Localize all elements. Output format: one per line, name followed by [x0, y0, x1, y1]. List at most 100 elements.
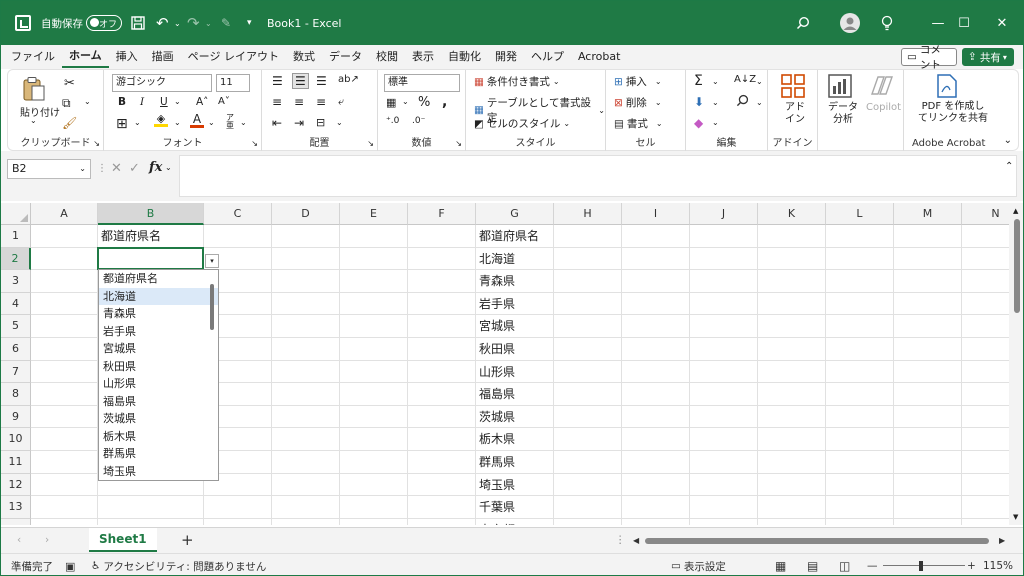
paste-dropdown-icon[interactable]: ⌄ — [30, 116, 37, 125]
font-name-select[interactable]: 游ゴシック — [112, 74, 212, 92]
row-header-2[interactable]: 2 — [1, 247, 31, 271]
normal-view-icon[interactable]: ▦ — [775, 554, 786, 575]
tab-view[interactable]: 表示 — [405, 45, 441, 69]
align-bottom-icon[interactable]: ☰ — [316, 74, 327, 88]
wrap-text-icon[interactable]: ⤶ — [338, 95, 344, 109]
zoom-level[interactable]: 115% — [983, 554, 1013, 575]
horizontal-scroll-thumb[interactable] — [645, 538, 989, 544]
delete-cells-button[interactable]: ⊠ 削除 ⌄ — [614, 95, 662, 110]
dropdown-scroll-thumb[interactable] — [210, 284, 214, 331]
conditional-formatting-button[interactable]: ▦ 条件付き書式 ⌄ — [474, 74, 560, 89]
dropdown-option[interactable]: 山形県 — [99, 375, 218, 393]
number-format-select[interactable]: 標準 — [384, 74, 460, 92]
zoom-slider-knob[interactable] — [919, 561, 923, 571]
cell-g1[interactable]: 都道府県名 — [476, 225, 554, 248]
tab-formulas[interactable]: 数式 — [286, 45, 322, 69]
prev-sheet-icon[interactable]: ‹ — [17, 528, 21, 552]
active-cell-b2[interactable] — [97, 246, 204, 271]
row-header-9[interactable]: 9 — [1, 405, 31, 429]
page-break-view-icon[interactable]: ◫ — [839, 554, 850, 575]
cut-icon[interactable]: ✂ — [64, 76, 75, 91]
align-right-icon[interactable]: ≡ — [316, 95, 326, 109]
row-header-12[interactable]: 12 — [1, 473, 31, 497]
col-header-j[interactable]: J — [690, 203, 758, 225]
select-all-corner[interactable] — [1, 203, 31, 225]
col-header-f[interactable]: F — [408, 203, 476, 225]
cell-g14[interactable]: 東京都 — [476, 519, 554, 525]
align-center-icon[interactable]: ≡ — [294, 95, 304, 109]
dropdown-option[interactable]: 宮城県 — [99, 340, 218, 358]
alignment-launcher-icon[interactable]: ↘ — [367, 139, 374, 148]
percent-icon[interactable]: % — [418, 95, 430, 110]
merge-icon[interactable]: ⊟ — [316, 116, 325, 129]
customize-qat-icon[interactable]: ▾ — [247, 1, 252, 45]
align-left-icon[interactable]: ≡ — [272, 95, 282, 109]
cell-g4[interactable]: 岩手県 — [476, 293, 554, 316]
col-header-i[interactable]: I — [622, 203, 690, 225]
tab-help[interactable]: ヘルプ — [524, 45, 571, 69]
undo-icon[interactable]: ↶ — [156, 1, 169, 45]
underline-button[interactable]: U — [160, 96, 168, 108]
fill-color-icon[interactable]: ◈ — [154, 113, 168, 127]
align-middle-icon[interactable]: ☰ — [292, 73, 309, 89]
formula-more-icon[interactable]: ⋮ — [97, 163, 107, 174]
row-header-11[interactable]: 11 — [1, 451, 31, 474]
tab-home[interactable]: ホーム — [62, 46, 109, 68]
underline-dropdown-icon[interactable]: ⌄ — [174, 97, 181, 106]
col-header-k[interactable]: K — [758, 203, 826, 225]
zoom-slider[interactable] — [883, 565, 965, 566]
fill-dropdown-icon[interactable]: ⌄ — [712, 98, 719, 107]
cell-styles-button[interactable]: ◩ セルのスタイル ⌄ — [474, 116, 570, 131]
data-analysis-icon[interactable] — [828, 74, 852, 98]
worksheet-grid[interactable]: ABCDEFGHIJKLMN1234567891011121314都道府県名都道… — [1, 203, 1009, 525]
cell-g7[interactable]: 山形県 — [476, 361, 554, 384]
font-color-dropdown-icon[interactable]: ⌄ — [208, 118, 215, 127]
macro-record-icon[interactable]: ▣ — [65, 554, 75, 575]
cell-g6[interactable]: 秋田県 — [476, 338, 554, 361]
dropdown-option[interactable]: 青森県 — [99, 305, 218, 323]
paste-button[interactable]: 貼り付け — [20, 104, 60, 119]
insert-cells-button[interactable]: ⊞ 挿入 ⌄ — [614, 74, 662, 89]
formula-input[interactable] — [179, 155, 1017, 197]
phonetic-dropdown-icon[interactable]: ⌄ — [240, 118, 247, 127]
add-sheet-button[interactable]: + — [181, 528, 194, 552]
cell-g9[interactable]: 茨城県 — [476, 406, 554, 429]
dropdown-option[interactable]: 岩手県 — [99, 323, 218, 341]
sheet-tab-sheet1[interactable]: Sheet1 — [89, 528, 157, 552]
paste-icon[interactable] — [22, 76, 46, 102]
col-header-c[interactable]: C — [204, 203, 272, 225]
decrease-indent-icon[interactable]: ⇤ — [272, 116, 282, 130]
sort-dropdown-icon[interactable]: ⌄ — [756, 77, 763, 86]
dropdown-option[interactable]: 埼玉県 — [99, 463, 218, 481]
col-header-m[interactable]: M — [894, 203, 962, 225]
close-button[interactable]: ✕ — [979, 1, 1023, 45]
cell-g10[interactable]: 栃木県 — [476, 428, 554, 451]
vertical-scroll-thumb[interactable] — [1014, 219, 1020, 313]
copilot-icon[interactable] — [868, 74, 894, 98]
accounting-format-icon[interactable]: ▦ — [386, 96, 396, 109]
insert-function-icon[interactable]: fx — [149, 160, 162, 175]
autosum-icon[interactable]: Σ — [694, 73, 703, 89]
scroll-up-icon[interactable]: ▲ — [1013, 207, 1018, 215]
pdf-share-icon[interactable] — [936, 74, 958, 98]
hscroll-left-icon[interactable]: ◀ — [633, 528, 639, 552]
collapse-ribbon-icon[interactable]: ⌄ — [1004, 135, 1012, 146]
row-header-3[interactable]: 3 — [1, 270, 31, 293]
display-settings-button[interactable]: ▭ 表示設定 — [671, 554, 726, 575]
cell-g5[interactable]: 宮城県 — [476, 315, 554, 338]
data-analysis-button[interactable]: データ 分析 — [828, 102, 858, 126]
row-header-6[interactable]: 6 — [1, 338, 31, 361]
format-painter-qat-icon[interactable]: ✎ — [221, 1, 231, 45]
merge-dropdown-icon[interactable]: ⌄ — [336, 118, 343, 127]
zoom-out-icon[interactable]: — — [867, 554, 878, 575]
dropdown-option[interactable]: 福島県 — [99, 393, 218, 411]
increase-decimal-icon[interactable]: ⁺.0 — [386, 116, 399, 126]
dropdown-arrow-icon[interactable]: ▾ — [205, 253, 219, 268]
sort-filter-icon[interactable]: A↓Z — [734, 74, 756, 85]
tab-data[interactable]: データ — [322, 45, 369, 69]
save-icon[interactable] — [131, 1, 145, 45]
cell-g3[interactable]: 青森県 — [476, 270, 554, 293]
tab-page-layout[interactable]: ページ レイアウト — [181, 45, 286, 69]
share-button[interactable]: ⇪ 共有 ▾ — [962, 48, 1014, 66]
find-select-icon[interactable] — [736, 94, 749, 107]
